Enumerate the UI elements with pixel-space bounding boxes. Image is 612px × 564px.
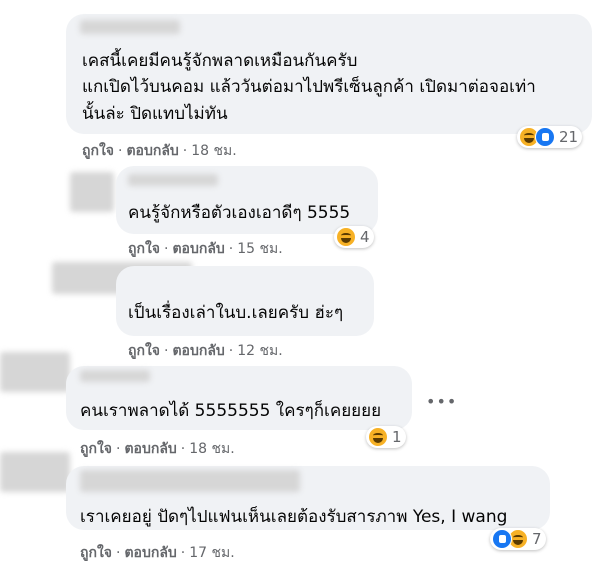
reply-link[interactable]: ตอบกลับ [172, 241, 224, 257]
like-reaction-icon [492, 529, 512, 549]
more-options-icon[interactable]: ••• [426, 392, 457, 411]
like-link[interactable]: ถูกใจ [80, 441, 112, 457]
like-link[interactable]: ถูกใจ [80, 545, 112, 561]
reply-link[interactable]: ตอบกลับ [126, 143, 178, 159]
comment-actions: ถูกใจ · ตอบกลับ · 12 ชม. [128, 343, 283, 359]
haha-reaction-icon [368, 427, 388, 447]
author-name-blurred [80, 370, 150, 382]
timestamp[interactable]: 17 ชม. [189, 545, 234, 561]
comment-text: เราเคยอยู่ ปัดๆไปแฟนเห็นเลยต้องรับสารภาพ… [80, 507, 508, 527]
comment-text-line: เคสนี้เคยมีคนรู้จักพลาดเหมือนกันครับ [82, 51, 358, 71]
avatar-blurred [0, 452, 70, 492]
comment-text: คนรู้จักหรือตัวเองเอาดีๆ 5555 [128, 203, 351, 223]
author-name-blurred [80, 20, 180, 34]
comment-actions: ถูกใจ · ตอบกลับ · 18 ชม. [80, 441, 235, 457]
like-link[interactable]: ถูกใจ [128, 343, 160, 359]
reaction-summary[interactable]: 7 [490, 528, 546, 550]
like-link[interactable]: ถูกใจ [82, 143, 114, 159]
reaction-summary[interactable]: 4 [334, 226, 374, 248]
author-name-blurred [80, 470, 300, 492]
reaction-count: 21 [559, 128, 579, 146]
reply-link[interactable]: ตอบกลับ [124, 545, 176, 561]
comment-actions: ถูกใจ · ตอบกลับ · 15 ชม. [128, 241, 283, 257]
comment-actions: ถูกใจ · ตอบกลับ · 18 ชม. [82, 143, 237, 159]
comment-text: คนเราพลาดได้ 5555555 ใครๆก็เคยยยย [80, 401, 382, 421]
comment-text-line: แกเปิดไว้บนคอม แล้ววันต่อมาไปพรีเซ็นลูกค… [82, 77, 536, 97]
reaction-summary[interactable]: 1 [366, 426, 406, 448]
author-name-blurred [128, 174, 218, 186]
reaction-count: 4 [360, 228, 370, 246]
reaction-summary[interactable]: 21 [517, 126, 583, 148]
like-reaction-icon [535, 127, 555, 147]
reaction-count: 1 [392, 428, 402, 446]
timestamp[interactable]: 18 ชม. [189, 441, 234, 457]
haha-reaction-icon [336, 227, 356, 247]
timestamp[interactable]: 18 ชม. [191, 143, 236, 159]
timestamp[interactable]: 15 ชม. [237, 241, 282, 257]
reaction-count: 7 [532, 530, 542, 548]
like-link[interactable]: ถูกใจ [128, 241, 160, 257]
comment-text: เป็นเรื่องเล่าในบ.เลยครับ ฮ่ะๆ [128, 303, 344, 323]
reply-link[interactable]: ตอบกลับ [124, 441, 176, 457]
timestamp[interactable]: 12 ชม. [237, 343, 282, 359]
comment-text-line: นั้นล่ะ ปิดแทบไม่ทัน [82, 104, 228, 124]
avatar-blurred [70, 172, 114, 212]
avatar-blurred [0, 352, 70, 392]
reply-link[interactable]: ตอบกลับ [172, 343, 224, 359]
